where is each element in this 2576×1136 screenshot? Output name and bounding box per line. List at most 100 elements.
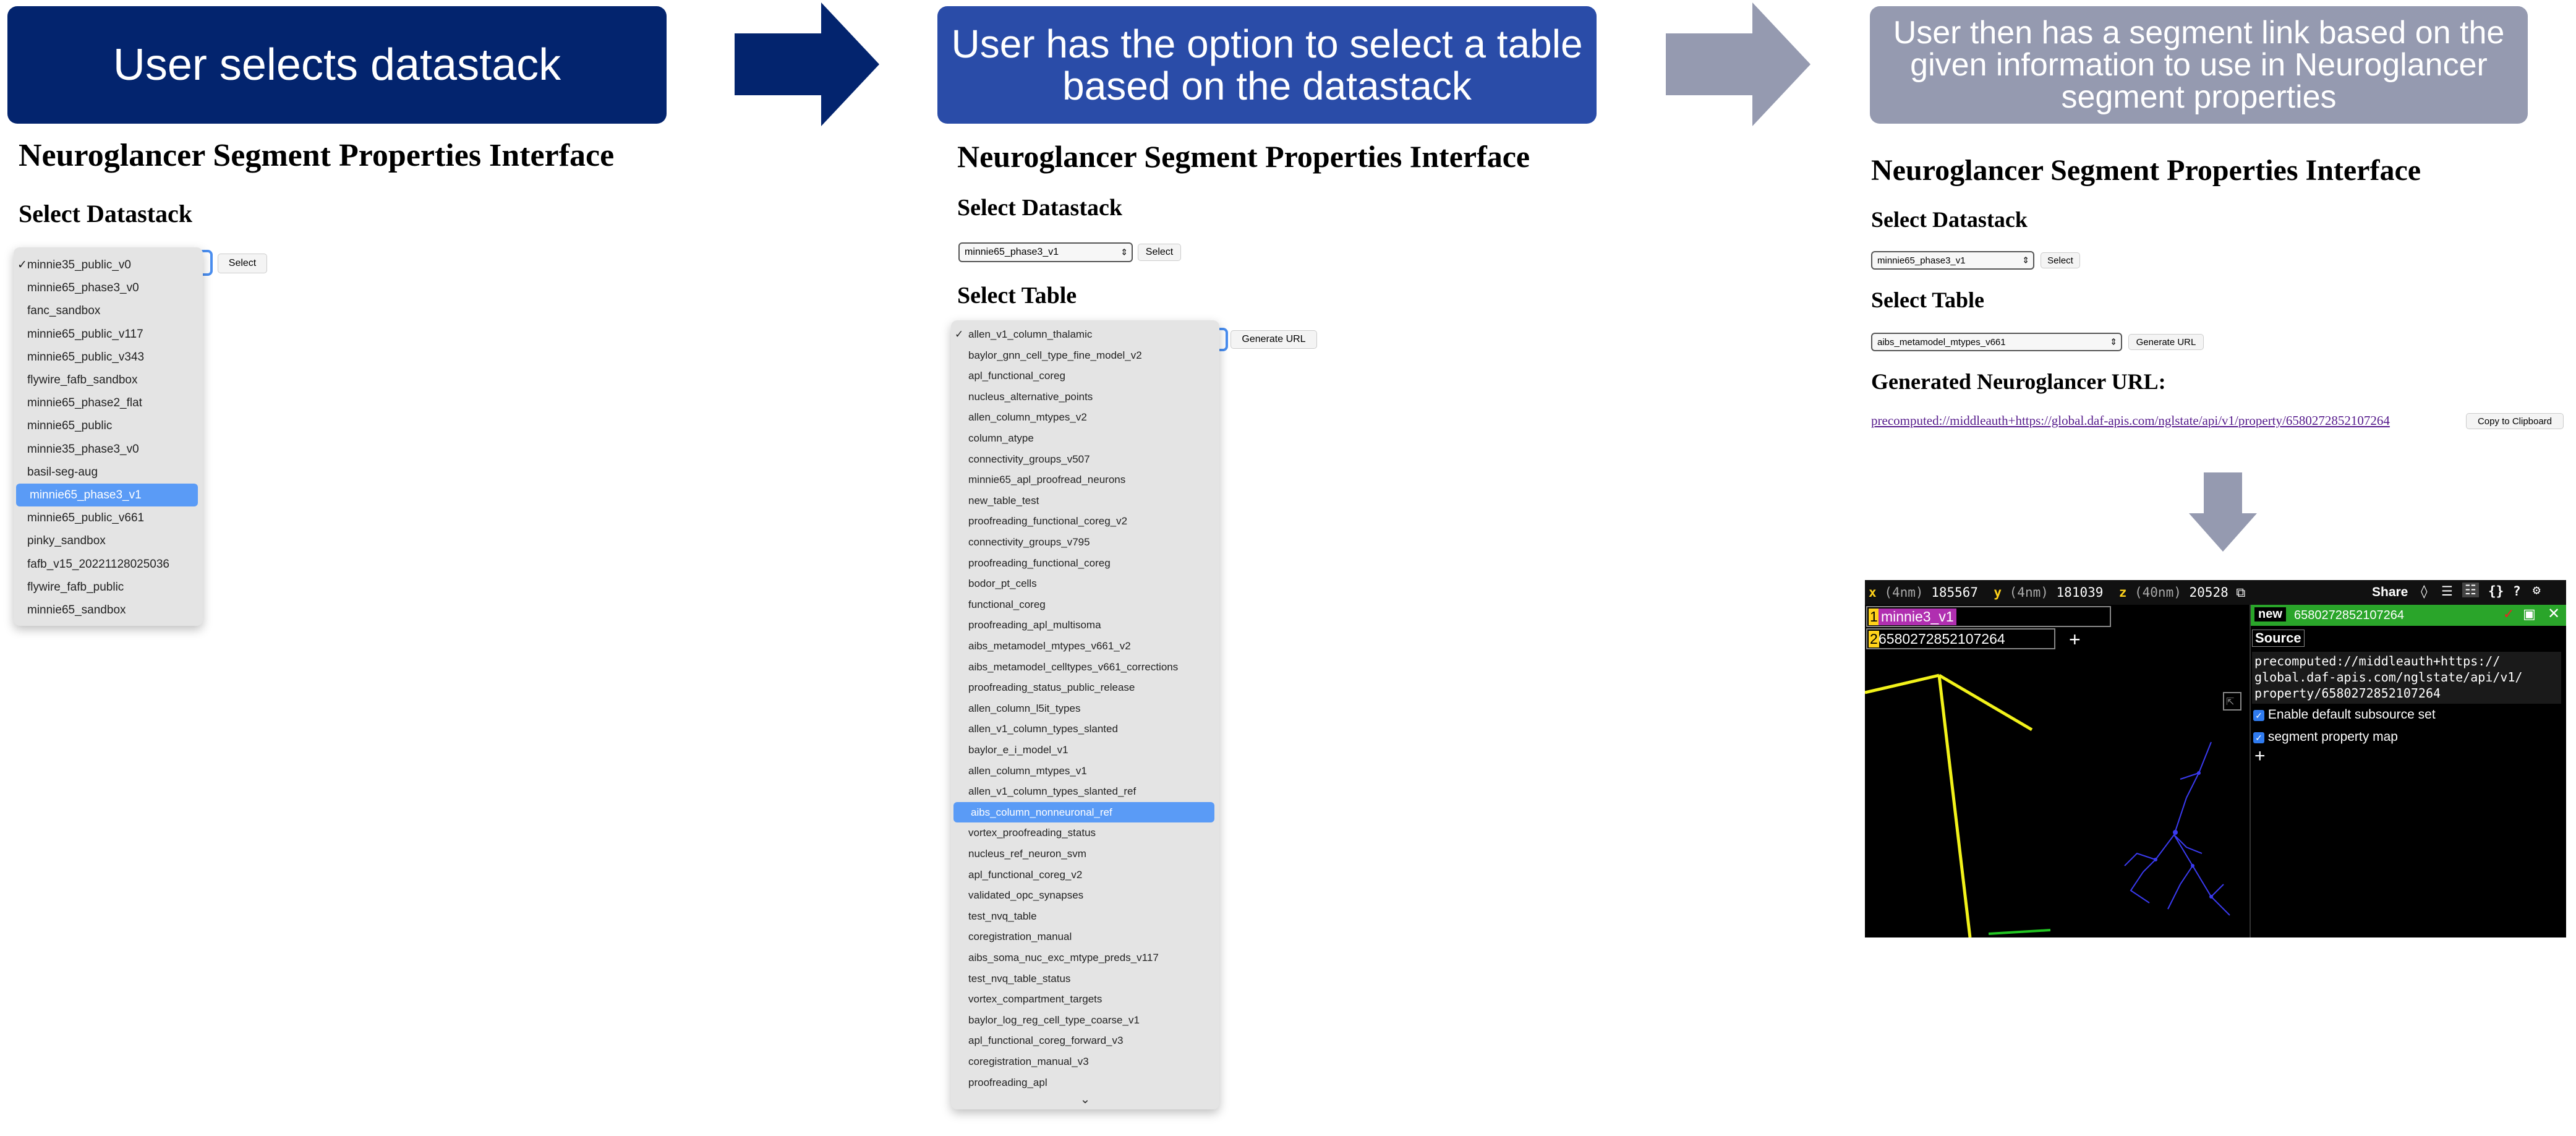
- panel-header: new 6580272852107264 ✓ ▣ ✕: [2251, 605, 2566, 626]
- dropdown-option[interactable]: allen_column_l5it_types: [951, 698, 1219, 719]
- add-subsource-icon[interactable]: +: [2254, 746, 2266, 767]
- dropdown-option[interactable]: test_nvq_table: [951, 906, 1219, 927]
- dropdown-option[interactable]: fafb_v15_20221128025036: [14, 553, 203, 576]
- dropdown-option[interactable]: allen_column_mtypes_v2: [951, 407, 1219, 428]
- dropdown-option[interactable]: validated_opc_synapses: [951, 885, 1219, 906]
- dropdown-option[interactable]: allen_v1_column_types_slanted: [951, 719, 1219, 740]
- table-dropdown[interactable]: ✓ allen_v1_column_thalamic baylor_gnn_cell…: [951, 320, 1219, 1109]
- dropdown-option[interactable]: aibs_column_nonneuronal_ref: [953, 801, 1214, 823]
- dropdown-option[interactable]: allen_column_mtypes_v1: [951, 761, 1219, 782]
- dropdown-option[interactable]: proofreading_apl: [951, 1072, 1219, 1093]
- source-tab[interactable]: Source: [2252, 630, 2305, 647]
- dropdown-option[interactable]: flywire_fafb_sandbox: [14, 369, 203, 391]
- dropdown-option[interactable]: minnie65_apl_proofread_neurons: [951, 469, 1219, 490]
- option-label: aibs_metamodel_mtypes_v661_v2: [968, 640, 1131, 652]
- dropdown-option[interactable]: allen_v1_column_types_slanted_ref: [951, 781, 1219, 802]
- dropdown-option[interactable]: nucleus_ref_neuron_svm: [951, 843, 1219, 865]
- datastack-dropdown[interactable]: ✓ minnie35_public_v0 minnie65_phase3_v0 fan…: [14, 247, 203, 626]
- dropdown-option[interactable]: coregistration_manual: [951, 926, 1219, 947]
- dropdown-option[interactable]: proofreading_functional_coreg_v2: [951, 511, 1219, 532]
- option-label: fafb_v15_20221128025036: [27, 557, 169, 571]
- y-value[interactable]: 181039: [2057, 585, 2104, 600]
- dropdown-option[interactable]: proofreading_status_public_release: [951, 677, 1219, 698]
- select-button[interactable]: Select: [218, 254, 267, 273]
- share-button[interactable]: Share: [2372, 585, 2408, 600]
- x-value[interactable]: 185567: [1931, 585, 1978, 600]
- dropdown-option[interactable]: minnie65_public_v661: [14, 506, 203, 529]
- dropdown-option[interactable]: aibs_soma_nuc_exc_mtype_preds_v117: [951, 947, 1219, 968]
- dropdown-option[interactable]: minnie65_public_v343: [14, 346, 203, 369]
- dropdown-option[interactable]: minnie65_sandbox: [14, 599, 203, 621]
- dropdown-option[interactable]: minnie65_public: [14, 414, 203, 437]
- option-label: allen_v1_column_types_slanted: [968, 723, 1118, 735]
- dropdown-option[interactable]: baylor_log_reg_cell_type_coarse_v1: [951, 1010, 1219, 1031]
- table-select[interactable]: aibs_metamodel_mtypes_v661 ⇕: [1871, 333, 2122, 351]
- trash-icon[interactable]: ▣: [2523, 606, 2536, 622]
- dropdown-option[interactable]: connectivity_groups_v795: [951, 532, 1219, 553]
- layer-chip-2[interactable]: 2 6580272852107264: [1866, 628, 2055, 649]
- copy-to-clipboard-button[interactable]: Copy to Clipboard: [2466, 413, 2564, 429]
- source-url-field[interactable]: precomputed://middleauth+https:// global…: [2252, 652, 2561, 704]
- dropdown-option[interactable]: pinky_sandbox: [14, 529, 203, 552]
- dropdown-option[interactable]: test_nvq_table_status: [951, 968, 1219, 989]
- close-icon[interactable]: ✕: [2548, 605, 2560, 623]
- enable-subsource-row[interactable]: ✓ Enable default subsource set: [2253, 707, 2436, 722]
- dropdown-option[interactable]: apl_functional_coreg_v2: [951, 865, 1219, 886]
- scroll-down-chevron-icon[interactable]: ⌄: [951, 1091, 1219, 1107]
- 3d-view-canvas[interactable]: ⇱: [1865, 649, 2248, 937]
- dropdown-option[interactable]: fanc_sandbox: [14, 299, 203, 322]
- dropdown-option[interactable]: basil-seg-aug: [14, 461, 203, 484]
- dropdown-option[interactable]: proofreading_functional_coreg: [951, 553, 1219, 574]
- dropdown-option[interactable]: connectivity_groups_v507: [951, 449, 1219, 470]
- help-icon[interactable]: ?: [2513, 584, 2521, 599]
- z-value[interactable]: 20528: [2190, 585, 2228, 600]
- dropdown-option[interactable]: nucleus_alternative_points: [951, 386, 1219, 408]
- datastack-select[interactable]: minnie65_phase3_v1 ⇕: [1871, 251, 2034, 270]
- dropdown-option[interactable]: apl_functional_coreg: [951, 365, 1219, 386]
- neuroglancer-viewer[interactable]: x (4nm) 185567 y (4nm) 181039 z (40nm) 2…: [1865, 580, 2566, 937]
- dropdown-option[interactable]: proofreading_apl_multisoma: [951, 615, 1219, 636]
- gear-icon[interactable]: ⚙: [2533, 583, 2541, 597]
- layer-chip-1[interactable]: 1 minnie3_v1: [1866, 606, 2111, 627]
- dropdown-option[interactable]: functional_coreg: [951, 594, 1219, 615]
- dropdown-option[interactable]: vortex_compartment_targets: [951, 989, 1219, 1010]
- pin-icon[interactable]: ✓: [2503, 606, 2514, 622]
- generate-url-button[interactable]: Generate URL: [2128, 334, 2204, 350]
- copy-coords-icon[interactable]: ⧉: [2236, 585, 2245, 600]
- segment-map-checkbox[interactable]: ✓: [2253, 732, 2264, 743]
- dropdown-option[interactable]: minnie65_phase3_v1: [16, 484, 198, 507]
- dropdown-option[interactable]: baylor_e_i_model_v1: [951, 740, 1219, 761]
- enable-subsource-checkbox[interactable]: ✓: [2253, 710, 2264, 721]
- list-icon[interactable]: ☰: [2441, 584, 2453, 599]
- dropdown-option[interactable]: minnie65_phase2_flat: [14, 391, 203, 414]
- select-datastack-heading: Select Datastack: [957, 195, 1122, 221]
- dropdown-option[interactable]: minnie65_phase3_v0: [14, 276, 203, 299]
- dropdown-option[interactable]: apl_functional_coreg_forward_v3: [951, 1030, 1219, 1051]
- page-title: Neuroglancer Segment Properties Interfac…: [19, 138, 615, 173]
- select-button[interactable]: Select: [2041, 252, 2080, 268]
- generated-url-link[interactable]: precomputed://middleauth+https://global.…: [1871, 413, 2390, 429]
- select-button[interactable]: Select: [1138, 244, 1181, 261]
- option-label: minnie65_public_v343: [27, 350, 145, 364]
- layers-icon[interactable]: ◊: [2420, 584, 2428, 599]
- dropdown-option[interactable]: aibs_metamodel_celltypes_v661_correction…: [951, 657, 1219, 678]
- dropdown-option[interactable]: bodor_pt_cells: [951, 573, 1219, 594]
- dropdown-option[interactable]: ✓ minnie35_public_v0: [14, 254, 203, 276]
- dropdown-option[interactable]: minnie35_phase3_v0: [14, 438, 203, 461]
- dropdown-option[interactable]: baylor_gnn_cell_type_fine_model_v2: [951, 345, 1219, 366]
- dropdown-option[interactable]: vortex_proofreading_status: [951, 822, 1219, 843]
- dropdown-option[interactable]: minnie65_public_v117: [14, 323, 203, 346]
- dropdown-option[interactable]: ✓ allen_v1_column_thalamic: [951, 324, 1219, 345]
- dropdown-option[interactable]: aibs_metamodel_mtypes_v661_v2: [951, 636, 1219, 657]
- add-layer-icon[interactable]: +: [2069, 628, 2081, 651]
- json-braces-icon[interactable]: {}: [2488, 584, 2504, 599]
- generate-url-button[interactable]: Generate URL: [1230, 330, 1317, 349]
- datastack-select[interactable]: minnie65_phase3_v1 ⇕: [958, 242, 1133, 262]
- dropdown-option[interactable]: new_table_test: [951, 490, 1219, 511]
- dropdown-option[interactable]: coregistration_manual_v3: [951, 1051, 1219, 1072]
- source-url-line3: property/6580272852107264: [2254, 686, 2441, 701]
- dropdown-option[interactable]: column_atype: [951, 428, 1219, 449]
- dropdown-option[interactable]: flywire_fafb_public: [14, 576, 203, 599]
- segment-map-row[interactable]: ✓ segment property map: [2253, 730, 2398, 745]
- settings-sliders-icon[interactable]: ☷: [2462, 583, 2479, 597]
